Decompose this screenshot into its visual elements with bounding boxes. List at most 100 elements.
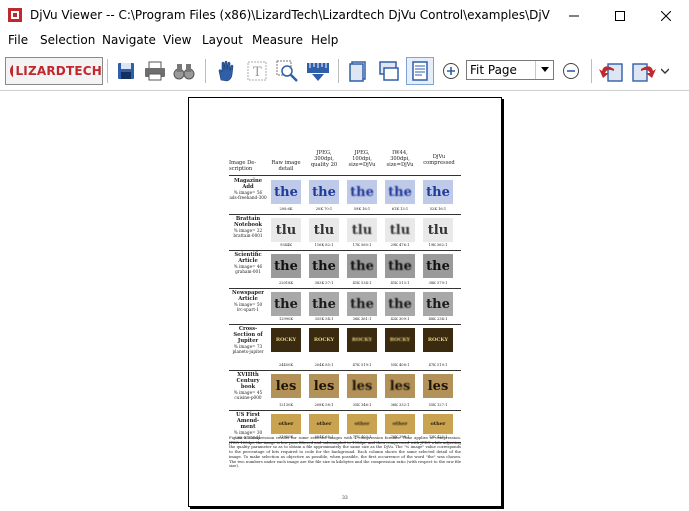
menu-bar: File Selection Navigate View Layout Meas…	[0, 31, 689, 51]
thumbnail-glyph: other	[392, 421, 408, 427]
size-label: 24450K	[278, 363, 294, 367]
image-thumbnail: les	[423, 374, 453, 398]
toolbar: LIZARDTECH T	[0, 52, 689, 91]
zoom-out-button[interactable]	[557, 57, 585, 85]
continuous-page-button[interactable]	[375, 57, 403, 85]
size-label: 55K 127:1	[428, 403, 448, 407]
image-thumbnail: the	[347, 180, 377, 204]
size-label: 383K 57:1	[314, 281, 334, 285]
menu-view[interactable]: View	[163, 33, 191, 47]
minimize-button[interactable]	[551, 0, 597, 31]
image-thumbnail: ROCKY	[347, 328, 377, 352]
thumbnail-glyph: the	[350, 184, 374, 200]
size-label: 9344K	[280, 243, 292, 247]
ruler-button[interactable]	[304, 57, 332, 85]
image-thumbnail: the	[347, 254, 377, 278]
menu-measure[interactable]: Measure	[252, 33, 303, 47]
table-header: DjVu compressed	[423, 154, 455, 166]
maximize-button[interactable]	[597, 0, 643, 31]
document-viewport[interactable]: Image De- scription Raw image detail JPE…	[0, 91, 689, 511]
image-thumbnail: other	[271, 414, 301, 434]
size-label: 36K 361:1	[352, 317, 372, 321]
zoom-in-button[interactable]	[437, 57, 465, 85]
zoom-select-button[interactable]	[273, 57, 301, 85]
size-label: 47K 519:1	[428, 363, 448, 367]
pan-tool-button[interactable]	[211, 57, 239, 85]
thumbnail-glyph: ROCKY	[389, 337, 411, 343]
thumbnail-glyph: les	[275, 378, 297, 394]
table-rule	[229, 410, 461, 411]
size-label: 61K 13:1	[391, 207, 409, 211]
image-thumbnail: tlu	[423, 218, 453, 242]
row-title: Brattain Notebook	[233, 216, 263, 228]
size-label: 19K 562:1	[428, 243, 448, 247]
hand-icon	[218, 60, 234, 82]
row-subtitle: % image= 45 cuisine-p000	[233, 390, 263, 400]
title-bar: DjVu Viewer -- C:\Program Files (x86)\Li…	[0, 0, 689, 32]
image-thumbnail: the	[309, 292, 339, 316]
next-page-button[interactable]	[630, 57, 658, 85]
zoom-value: Fit Page	[470, 63, 517, 77]
fit-page-icon	[412, 61, 428, 81]
thumbnail-glyph: the	[426, 258, 450, 274]
menu-file[interactable]: File	[8, 33, 28, 47]
close-button[interactable]	[643, 0, 689, 31]
menu-selection[interactable]: Selection	[40, 33, 95, 47]
zoom-dropdown[interactable]: Fit Page	[466, 60, 554, 80]
printer-icon	[145, 61, 165, 81]
image-thumbnail: the	[271, 254, 301, 278]
thumbnail-glyph: the	[274, 258, 298, 274]
thumbnail-glyph: les	[351, 378, 373, 394]
zoom-in-icon	[443, 63, 459, 79]
find-button[interactable]	[170, 57, 198, 85]
thumbnail-glyph: ROCKY	[427, 337, 449, 343]
text-select-button[interactable]: T	[243, 57, 271, 85]
image-thumbnail: the	[423, 254, 453, 278]
image-thumbnail: ROCKY	[309, 328, 339, 352]
single-page-button[interactable]	[344, 57, 372, 85]
row-title: US First Amend- ment	[236, 412, 260, 430]
lizard-icon	[10, 64, 14, 78]
row-subtitle: % image= 22 brattain-0001	[233, 228, 263, 238]
print-button[interactable]	[141, 57, 169, 85]
size-label: 208K 58:1	[314, 403, 334, 407]
image-thumbnail: tlu	[385, 218, 415, 242]
previous-page-button[interactable]	[597, 57, 625, 85]
thumbnail-glyph: other	[278, 421, 294, 427]
thumbnail-glyph: the	[350, 296, 374, 312]
size-label: 48K 234:1	[428, 317, 448, 321]
menu-navigate[interactable]: Navigate	[102, 33, 156, 47]
zoom-rect-icon	[276, 60, 298, 82]
thumbnail-glyph: other	[430, 421, 446, 427]
size-label: 204K 85:1	[314, 363, 334, 367]
thumbnail-glyph: les	[389, 378, 411, 394]
row-label: Magazine Add% image= 56 ads-freehand-300	[229, 178, 267, 200]
image-thumbnail: the	[271, 292, 301, 316]
table-header: IW44, 300dpi, size=DjVu	[386, 150, 414, 168]
image-thumbnail: tlu	[347, 218, 377, 242]
dropdown-arrow[interactable]	[535, 61, 553, 79]
thumbnail-glyph: les	[427, 378, 449, 394]
image-thumbnail: ROCKY	[271, 328, 301, 352]
thumbnail-glyph: the	[274, 296, 298, 312]
fit-page-button[interactable]	[406, 57, 434, 85]
thumbnail-glyph: ROCKY	[275, 337, 297, 343]
menu-help[interactable]: Help	[311, 33, 338, 47]
thumbnail-glyph: tlu	[313, 222, 335, 238]
size-label: 47K 519:1	[352, 363, 372, 367]
ruler-icon	[307, 63, 329, 81]
table-rule	[229, 214, 461, 215]
size-label: 20K 70:1	[315, 207, 333, 211]
save-button[interactable]	[112, 57, 140, 85]
menu-layout[interactable]: Layout	[202, 33, 243, 47]
size-label: 41K 513:1	[390, 281, 410, 285]
row-label: Scientific Article% image= 46 graham-001	[229, 252, 267, 274]
size-label: 55K 408:1	[390, 363, 410, 367]
thumbnail-glyph: the	[426, 184, 450, 200]
minimize-icon	[569, 15, 579, 16]
table-header: JPEG, 100dpi, size=DjVu	[348, 150, 376, 168]
thumbnail-glyph: the	[388, 258, 412, 274]
lizardtech-logo[interactable]: LIZARDTECH	[5, 57, 103, 85]
chevron-down-icon	[661, 68, 669, 74]
toolbar-overflow-button[interactable]	[658, 57, 672, 85]
